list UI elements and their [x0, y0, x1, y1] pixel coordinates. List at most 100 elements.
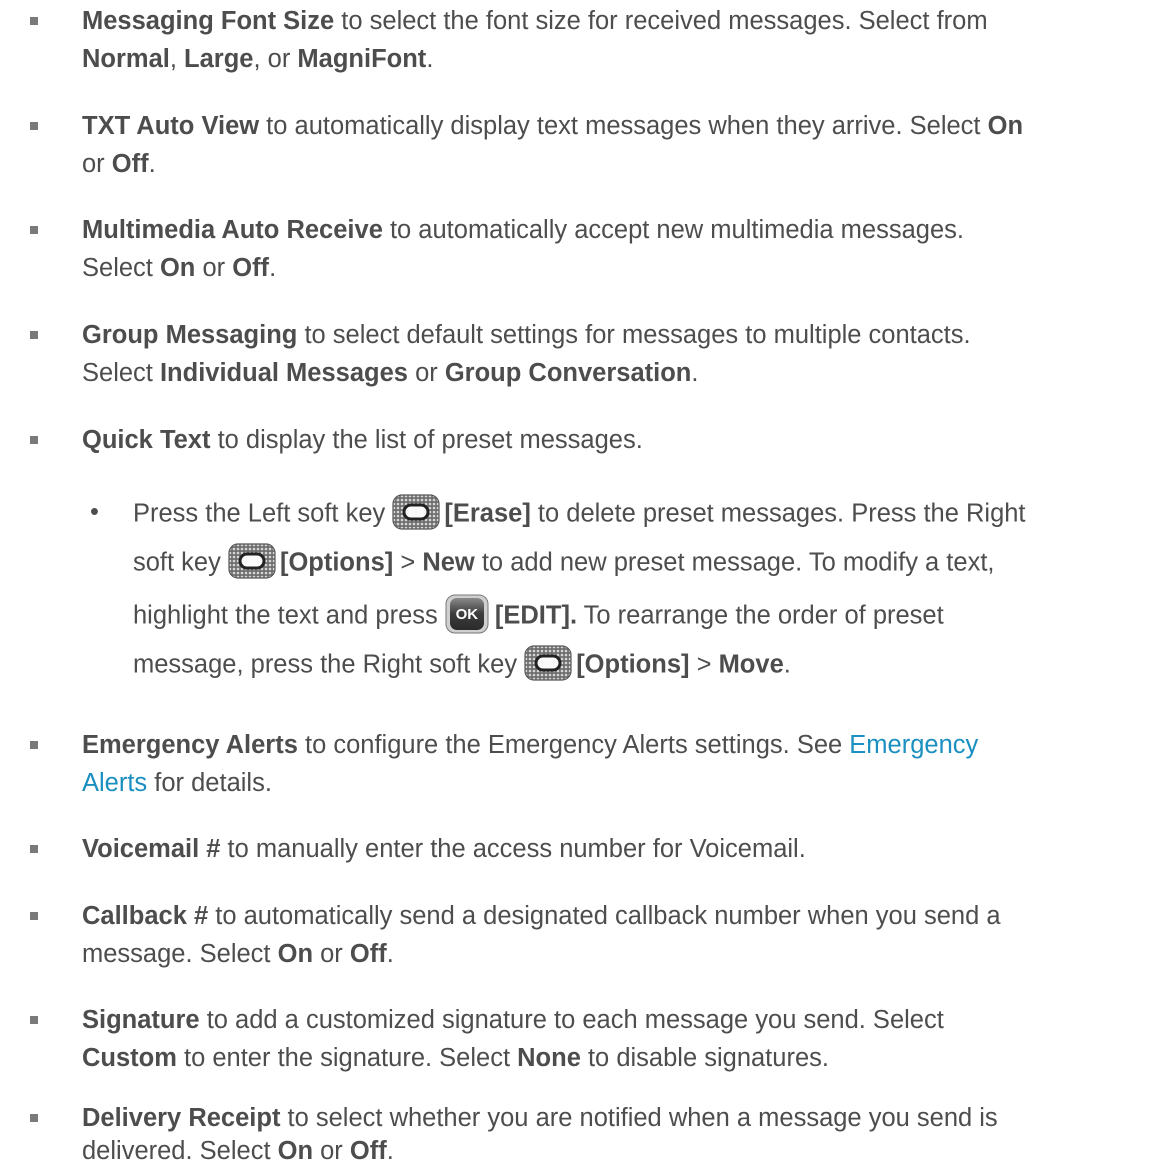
emergency-alerts-link[interactable]: Emergency	[849, 731, 978, 759]
item-text: >	[689, 650, 719, 679]
menu-new: New	[422, 548, 475, 577]
item-title: TXT Auto View	[82, 112, 260, 140]
key-label-erase: [Erase]	[444, 499, 531, 528]
punct: .	[386, 940, 394, 968]
settings-document: Messaging Font Size to select the font s…	[0, 0, 1150, 1169]
item-line: Select On or Off.	[82, 253, 276, 283]
item-text: delivered. Select	[82, 1137, 278, 1165]
item-title: Voicemail #	[82, 835, 221, 863]
item-title: Emergency Alerts	[82, 731, 298, 759]
option-none: None	[517, 1044, 581, 1072]
punct: ,	[169, 45, 185, 73]
item-text: to automatically accept new multimedia m…	[382, 216, 964, 244]
item-text: to select the font size for received mes…	[334, 7, 988, 35]
bullet-square	[30, 741, 38, 749]
item-text: or	[313, 940, 350, 968]
item-line: Delivery Receipt to select whether you a…	[82, 1103, 998, 1133]
item-line: Press the Left soft key [Erase] to delet…	[133, 497, 1026, 533]
item-text: or	[82, 150, 112, 178]
item-text: or	[195, 254, 233, 282]
item-line: Select Individual Messages or Group Conv…	[82, 358, 698, 388]
item-text: to automatically send a designated callb…	[208, 902, 1001, 930]
punct: , or	[253, 45, 298, 73]
item-title: Delivery Receipt	[82, 1104, 281, 1132]
item-text: message, press the Right soft key	[133, 650, 525, 679]
item-text: to automatically display text messages w…	[259, 112, 988, 140]
punct: .	[426, 45, 434, 73]
item-text: to select whether you are notified when …	[280, 1104, 998, 1132]
emergency-alerts-link[interactable]: Alerts	[82, 769, 147, 797]
item-title: Messaging Font Size	[82, 7, 335, 35]
option-on: On	[159, 254, 196, 282]
item-line: Messaging Font Size to select the font s…	[82, 6, 988, 36]
item-text: to select default settings for messages …	[297, 321, 971, 349]
option-off: Off	[111, 150, 149, 178]
item-line: highlight the text and press OK [EDIT]. T…	[133, 597, 944, 637]
option-off: Off	[232, 254, 270, 282]
item-text: Select	[82, 254, 160, 282]
item-line: TXT Auto View to automatically display t…	[82, 111, 1023, 141]
item-line: Voicemail # to manually enter the access…	[82, 834, 806, 864]
bullet-square	[30, 912, 38, 920]
bullet-square	[30, 1016, 38, 1024]
option-off: Off	[349, 940, 387, 968]
item-text: to disable signatures.	[580, 1044, 829, 1072]
punct: .	[691, 359, 699, 387]
item-line: Alerts for details.	[82, 768, 272, 798]
item-text: to delete preset messages. Press the Rig…	[530, 499, 1026, 528]
key-label-options: [Options]	[279, 548, 394, 577]
menu-move: Move	[718, 650, 784, 679]
bullet-square	[30, 845, 38, 853]
item-line: Normal, Large, or MagniFont.	[82, 44, 433, 74]
item-text: to add new preset message. To modify a t…	[474, 548, 995, 577]
item-line: Signature to add a customized signature …	[82, 1005, 944, 1035]
bullet-square	[30, 226, 38, 234]
item-text: to configure the Emergency Alerts settin…	[297, 731, 850, 759]
option-on: On	[277, 940, 314, 968]
soft-key-icon	[228, 543, 276, 579]
item-text: >	[393, 548, 423, 577]
item-text: to display the list of preset messages.	[210, 426, 643, 454]
item-title: Group Messaging	[82, 321, 298, 349]
item-text: for details.	[147, 769, 272, 797]
item-line: Emergency Alerts to configure the Emerge…	[82, 730, 978, 760]
item-line: or Off.	[82, 149, 156, 179]
option-on: On	[277, 1137, 314, 1165]
item-title: Callback #	[82, 902, 209, 930]
bullet-square	[30, 122, 38, 130]
item-text: or	[313, 1137, 350, 1165]
item-text: to add a customized signature to each me…	[199, 1006, 944, 1034]
item-text: To rearrange the order of preset	[577, 601, 944, 630]
bullet-square	[30, 1114, 38, 1122]
item-text: to enter the signature. Select	[176, 1044, 518, 1072]
item-line: Group Messaging to select default settin…	[82, 320, 971, 350]
punct: .	[148, 150, 156, 178]
punct: .	[269, 254, 277, 282]
item-text: to manually enter the access number for …	[220, 835, 806, 863]
item-title: Quick Text	[82, 426, 211, 454]
item-text: Select	[82, 359, 160, 387]
soft-key-icon	[524, 645, 572, 681]
bullet-square	[30, 331, 38, 339]
item-title: Signature	[82, 1006, 200, 1034]
item-line: Custom to enter the signature. Select No…	[82, 1043, 829, 1073]
option-large: Large	[184, 45, 254, 73]
item-text: or	[407, 359, 445, 387]
ok-key-label: OK	[455, 606, 479, 623]
item-line: message, press the Right soft key [Optio…	[133, 648, 791, 684]
item-text: soft key	[133, 548, 228, 577]
item-text: Press the Left soft key	[133, 499, 393, 528]
bullet-dot: •	[90, 498, 99, 526]
punct: .	[386, 1137, 394, 1165]
item-line: Quick Text to display the list of preset…	[82, 425, 643, 455]
item-line: delivered. Select On or Off.	[82, 1136, 394, 1166]
punct: .	[783, 650, 791, 679]
item-line: Multimedia Auto Receive to automatically…	[82, 215, 964, 245]
soft-key-icon	[392, 494, 440, 530]
key-label-options: [Options]	[576, 650, 690, 679]
item-text: highlight the text and press	[133, 601, 445, 630]
item-line: soft key [Options] > New to add new pres…	[133, 546, 995, 582]
option-off: Off	[349, 1137, 387, 1165]
bullet-square	[30, 436, 38, 444]
item-text: message. Select	[82, 940, 278, 968]
